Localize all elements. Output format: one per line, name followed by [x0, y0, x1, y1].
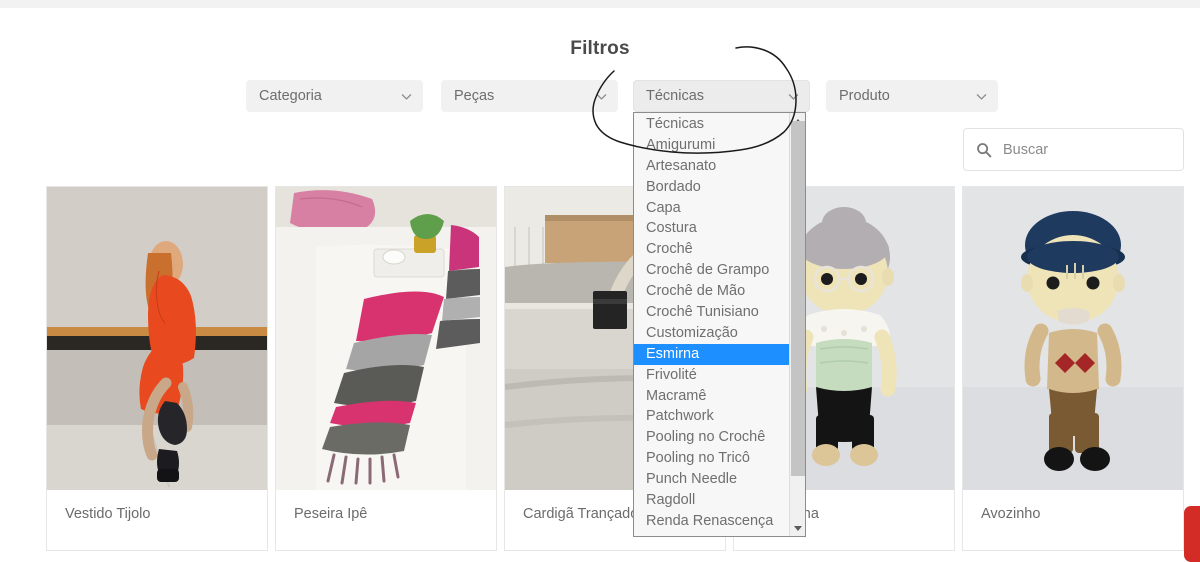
dropdown-option[interactable]: Crochê de Grampo — [634, 260, 789, 281]
product-card[interactable]: Avozinho — [962, 186, 1184, 551]
dropdown-option[interactable]: Capa — [634, 198, 789, 219]
chevron-down-icon — [595, 90, 608, 103]
search-icon — [976, 142, 992, 158]
product-grid: Vestido Tijolo Peseira Ipê Cardigã Tranç… — [46, 186, 1184, 551]
dropdown-option[interactable]: Crochê — [634, 239, 789, 260]
filter-label-pecas: Peças — [454, 88, 495, 104]
dropdown-option[interactable]: Ragdoll — [634, 490, 789, 511]
dropdown-option[interactable]: Bordado — [634, 177, 789, 198]
filter-select-pecas[interactable]: Peças — [441, 80, 618, 112]
filter-label-tecnicas: Técnicas — [646, 88, 705, 104]
dropdown-option[interactable]: Patchwork — [634, 406, 789, 427]
dropdown-option[interactable]: Macramê — [634, 386, 789, 407]
product-card[interactable]: Peseira Ipê — [275, 186, 497, 551]
filter-select-tecnicas[interactable]: Técnicas — [633, 80, 810, 112]
dropdown-option-selected[interactable]: Esmirna — [634, 343, 789, 365]
dropdown-option[interactable]: Pooling no Crochê — [634, 427, 789, 448]
search-box[interactable]: Buscar — [963, 128, 1184, 171]
scrollbar-thumb[interactable] — [791, 121, 805, 476]
chevron-down-icon — [975, 90, 988, 103]
dropdown-option[interactable]: Pooling no Tricô — [634, 448, 789, 469]
dropdown-option[interactable]: Técnicas — [634, 114, 789, 135]
product-name: Vestido Tijolo — [65, 506, 151, 522]
page-root: Filtros Categoria Peças Técnicas Produto — [0, 0, 1200, 562]
dropdown-option[interactable]: Punch Needle — [634, 469, 789, 490]
dropdown-option[interactable]: Amigurumi — [634, 135, 789, 156]
dropdown-option[interactable]: Customização — [634, 323, 789, 344]
filter-select-produto[interactable]: Produto — [826, 80, 998, 112]
dropdown-option[interactable]: Renda Renascença — [634, 511, 789, 532]
dropdown-option[interactable]: Costura — [634, 218, 789, 239]
product-name: Peseira Ipê — [294, 506, 368, 522]
product-card[interactable]: Vestido Tijolo — [46, 186, 268, 551]
dropdown-options: Técnicas Amigurumi Artesanato Bordado Ca… — [634, 113, 789, 536]
floating-action-tab[interactable] — [1184, 506, 1200, 562]
chevron-down-icon — [400, 90, 413, 103]
chevron-down-icon — [787, 90, 800, 103]
tecnicas-dropdown-listbox[interactable]: Técnicas Amigurumi Artesanato Bordado Ca… — [633, 112, 806, 537]
search-input[interactable]: Buscar — [1003, 142, 1048, 158]
page-title: Filtros — [570, 38, 630, 59]
dropdown-option[interactable]: Frivolité — [634, 365, 789, 386]
product-name: Avozinho — [981, 506, 1041, 522]
filter-label-categoria: Categoria — [259, 88, 322, 104]
dropdown-option[interactable]: Crochê de Mão — [634, 281, 789, 302]
triangle-down-icon[interactable] — [790, 520, 805, 536]
dropdown-scrollbar[interactable] — [789, 113, 805, 536]
dropdown-option[interactable]: Artesanato — [634, 156, 789, 177]
filter-select-categoria[interactable]: Categoria — [246, 80, 423, 112]
filter-label-produto: Produto — [839, 88, 890, 104]
product-image-avozinho — [963, 187, 1183, 490]
top-strip — [0, 0, 1200, 8]
filter-row: Categoria Peças Técnicas Produto — [246, 80, 998, 112]
product-image-peseira-ipe — [276, 187, 496, 490]
dropdown-option[interactable]: Crochê Tunisiano — [634, 302, 789, 323]
product-image-vestido-tijolo — [47, 187, 267, 490]
